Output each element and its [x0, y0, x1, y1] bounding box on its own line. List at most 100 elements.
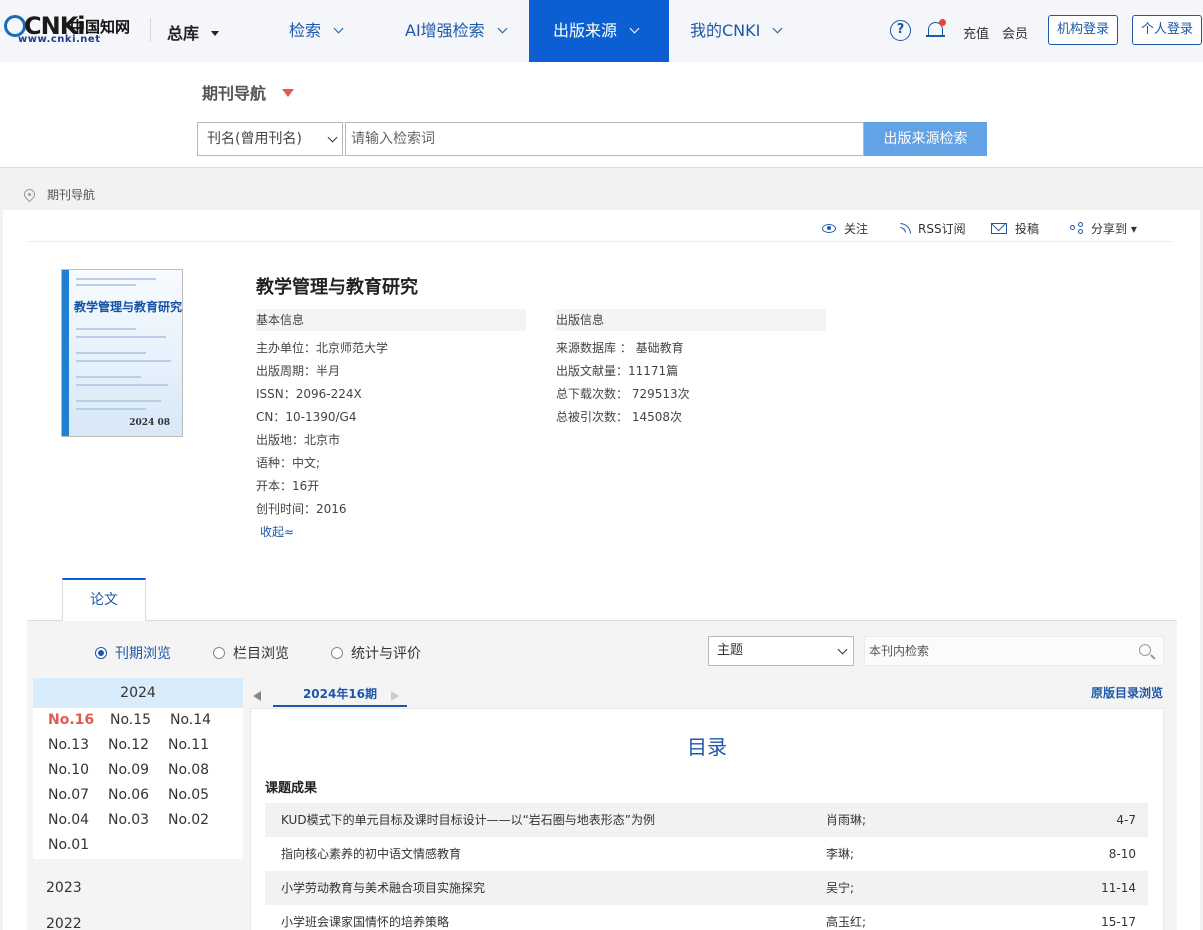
current-issue-tab[interactable]: 2024年16期: [273, 681, 407, 707]
chevron-down-icon: [629, 23, 640, 34]
search-field-select[interactable]: 刊名(曾用刊名): [197, 122, 343, 156]
chevron-down-icon: [497, 23, 508, 34]
info-database: 来源数据库 ： 基础教育: [556, 341, 684, 355]
topic-select[interactable]: 主题: [708, 636, 854, 666]
cnki-logo[interactable]: CNKi 中国知网 www.cnki.net: [4, 12, 132, 46]
journal-cover-image: 教学管理与教育研究 2024 08: [61, 269, 183, 437]
issue-no04[interactable]: No.04: [48, 812, 89, 828]
collapse-link[interactable]: 收起≈: [260, 523, 294, 540]
issue-no15[interactable]: No.15: [110, 712, 151, 728]
browse-area: 刊期浏览 栏目浏览 统计与评价 主题 本刊内检索 2024 No.16 No.1…: [27, 621, 1177, 930]
info-citations: 总被引次数： 14508次: [556, 410, 682, 424]
publication-search-button[interactable]: 出版来源检索: [864, 122, 987, 156]
article-pages: 11-14: [1101, 881, 1136, 895]
info-cn: CN：10-1390/G4: [256, 410, 357, 424]
article-pages: 15-17: [1101, 915, 1136, 929]
recharge-link[interactable]: 充值: [963, 23, 989, 42]
article-author-link[interactable]: 李琳;: [826, 837, 854, 871]
article-pages: 4-7: [1116, 813, 1136, 827]
info-sponsor: 主办单位：北京师范大学: [256, 341, 389, 355]
issue-no16[interactable]: No.16: [48, 712, 94, 728]
org-login-button[interactable]: 机构登录: [1048, 15, 1118, 45]
chevron-down-icon: [837, 644, 848, 655]
info-place: 出版地：北京市: [256, 433, 341, 447]
radio-column-browse[interactable]: 栏目浏览: [213, 643, 289, 663]
year-2024[interactable]: 2024: [33, 678, 243, 708]
triangle-down-icon: [282, 89, 295, 97]
issue-no08[interactable]: No.08: [168, 762, 209, 778]
submit-manuscript-button[interactable]: 投稿: [991, 220, 1039, 237]
issue-no13[interactable]: No.13: [48, 737, 89, 753]
issue-no10[interactable]: No.10: [48, 762, 89, 778]
caret-down-icon: [211, 31, 220, 36]
original-toc-link[interactable]: 原版目录浏览: [1091, 684, 1163, 701]
info-issn: ISSN：2096-224X: [256, 387, 362, 401]
follow-button[interactable]: 关注: [822, 220, 868, 237]
issue-no03[interactable]: No.03: [108, 812, 149, 828]
share-button[interactable]: 分享到 ▾: [1070, 220, 1137, 237]
nav-my-cnki[interactable]: 我的CNKI: [690, 0, 783, 62]
nav-search[interactable]: 检索: [289, 0, 344, 62]
in-journal-search-input[interactable]: 本刊内检索: [864, 636, 1164, 666]
table-of-contents: 目录 课题成果 KUD模式下的单元目标及课时目标设计——以“岩石圈与地表形态”为…: [250, 708, 1164, 930]
breadcrumb: 期刊导航: [21, 186, 95, 203]
member-link[interactable]: 会员: [1002, 23, 1028, 42]
article-title-link[interactable]: KUD模式下的单元目标及课时目标设计——以“岩石圈与地表形态”为例: [281, 803, 655, 837]
article-title-link[interactable]: 小学班会课家国情怀的培养策略: [281, 905, 449, 930]
year-2022[interactable]: 2022: [46, 916, 82, 930]
issue-no01[interactable]: No.01: [48, 837, 89, 853]
article-title-link[interactable]: 指向核心素养的初中语文情感教育: [281, 837, 461, 871]
journal-panel: 关注 RSS订阅 投稿 分享到 ▾ 教学管理与教育研究 2024 08 教学管理…: [3, 210, 1200, 930]
issue-no12[interactable]: No.12: [108, 737, 149, 753]
issue-no07[interactable]: No.07: [48, 787, 89, 803]
issue-no11[interactable]: No.11: [168, 737, 209, 753]
year-panel: 2024 No.16 No.15 No.14 No.13 No.12 No.11…: [33, 678, 243, 859]
breadcrumb-journal-nav[interactable]: 期刊导航: [47, 188, 95, 202]
journal-nav-menu[interactable]: 期刊导航: [202, 80, 295, 104]
journal-title: 教学管理与教育研究: [256, 277, 418, 298]
nav-publication-source[interactable]: 出版来源: [529, 0, 669, 62]
chevron-down-icon: [327, 132, 338, 143]
nav-ai-search[interactable]: AI增强检索: [405, 0, 508, 62]
tab-papers[interactable]: 论文: [62, 578, 146, 621]
next-issue-arrow-icon[interactable]: [391, 691, 399, 701]
article-author-link[interactable]: 肖雨琳;: [826, 803, 866, 837]
library-selector[interactable]: 总库: [167, 20, 220, 44]
search-icon[interactable]: [1139, 644, 1151, 656]
help-icon[interactable]: ?: [890, 20, 911, 41]
chevron-down-icon: [772, 23, 783, 34]
top-bar: CNKi 中国知网 www.cnki.net 总库 检索 AI增强检索 出版来源…: [0, 0, 1203, 62]
personal-login-button[interactable]: 个人登录: [1132, 15, 1202, 45]
publish-info-header: 出版信息: [556, 309, 826, 331]
article-title-link[interactable]: 小学劳动教育与美术融合项目实施探究: [281, 871, 485, 905]
rss-button[interactable]: RSS订阅: [900, 220, 966, 237]
info-language: 语种：中文;: [256, 456, 321, 470]
notification-bell-icon[interactable]: [926, 19, 946, 41]
article-author-link[interactable]: 高玉红;: [826, 905, 866, 930]
issue-no02[interactable]: No.02: [168, 812, 209, 828]
table-row: 指向核心素养的初中语文情感教育 李琳; 8-10: [265, 837, 1148, 871]
issue-no09[interactable]: No.09: [108, 762, 149, 778]
radio-icon: [331, 647, 343, 659]
info-format: 开本：16开: [256, 479, 320, 493]
issue-no05[interactable]: No.05: [168, 787, 209, 803]
info-founded: 创刊时间：2016: [256, 502, 347, 516]
basic-info-header: 基本信息: [256, 309, 526, 331]
logo-url: www.cnki.net: [18, 34, 101, 45]
prev-issue-arrow-icon[interactable]: [253, 691, 261, 701]
radio-stats[interactable]: 统计与评价: [331, 643, 421, 663]
rss-icon: [900, 223, 911, 234]
issue-no06[interactable]: No.06: [108, 787, 149, 803]
divider: [27, 241, 1173, 242]
cover-issue: 2024 08: [129, 418, 170, 428]
chevron-down-icon: [333, 23, 344, 34]
info-downloads: 总下载次数： 729513次: [556, 387, 690, 401]
year-2023[interactable]: 2023: [46, 880, 82, 896]
issue-no14[interactable]: No.14: [170, 712, 211, 728]
notification-dot: [939, 19, 946, 26]
table-row: 小学劳动教育与美术融合项目实施探究 吴宁; 11-14: [265, 871, 1148, 905]
article-author-link[interactable]: 吴宁;: [826, 871, 854, 905]
radio-issue-browse[interactable]: 刊期浏览: [95, 643, 171, 663]
search-input[interactable]: 请输入检索词: [345, 122, 864, 156]
envelope-icon: [991, 223, 1007, 234]
